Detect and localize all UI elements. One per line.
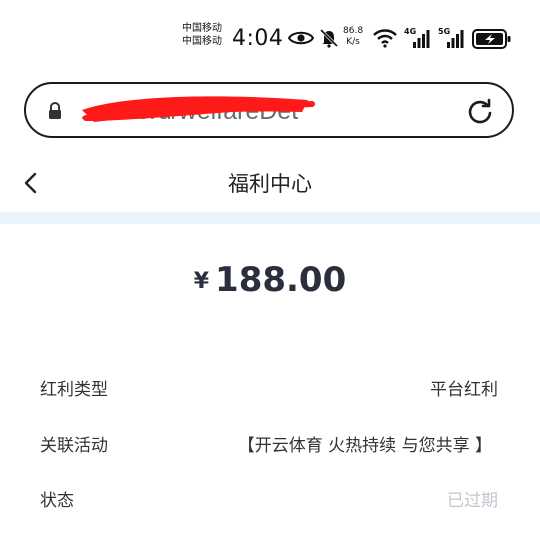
bonus-amount: ¥188.00 xyxy=(0,260,540,300)
network-speed: 86.8 K/s xyxy=(343,26,363,48)
address-bar[interactable]: ...record/welfareDet xyxy=(24,82,514,138)
speed-unit: K/s xyxy=(346,37,360,47)
detail-value: 【开云体育 火热持续 与您共享 】 xyxy=(237,436,492,456)
carrier-info: 中国移动 中国移动 xyxy=(182,22,222,48)
status-value: 已过期 xyxy=(447,491,498,511)
status-bar: 中国移动 中国移动 4:04 86.8 K/s 4G 5G xyxy=(0,0,540,76)
clock: 4:04 xyxy=(232,26,284,51)
carrier-1: 中国移动 xyxy=(182,23,222,34)
detail-label: 状态 xyxy=(40,491,74,511)
eye-icon xyxy=(288,31,314,45)
detail-value: 平台红利 xyxy=(430,380,498,400)
detail-row-status: 状态 已过期 xyxy=(0,486,540,516)
detail-row-related-activity: 关联活动 【开云体育 火热持续 与您共享 】 xyxy=(0,431,540,461)
detail-label: 关联活动 xyxy=(40,436,108,456)
detail-row-bonus-type: 红利类型 平台红利 xyxy=(0,375,540,405)
header-divider-band xyxy=(0,212,540,224)
speed-value: 86.8 xyxy=(343,26,364,36)
carrier-2: 中国移动 xyxy=(182,36,222,47)
currency-symbol: ¥ xyxy=(193,269,210,294)
signal-icon xyxy=(413,30,430,48)
signal-icon xyxy=(447,30,464,48)
detail-label: 红利类型 xyxy=(40,380,108,400)
amount-value: 188.00 xyxy=(215,260,347,300)
page-title: 福利中心 xyxy=(228,172,312,196)
battery-charging-icon xyxy=(472,29,511,49)
wifi-icon xyxy=(373,29,397,48)
redaction-scribble xyxy=(82,96,315,122)
lock-icon xyxy=(49,102,61,119)
reload-icon[interactable] xyxy=(466,97,494,125)
bell-off-icon xyxy=(320,28,338,48)
